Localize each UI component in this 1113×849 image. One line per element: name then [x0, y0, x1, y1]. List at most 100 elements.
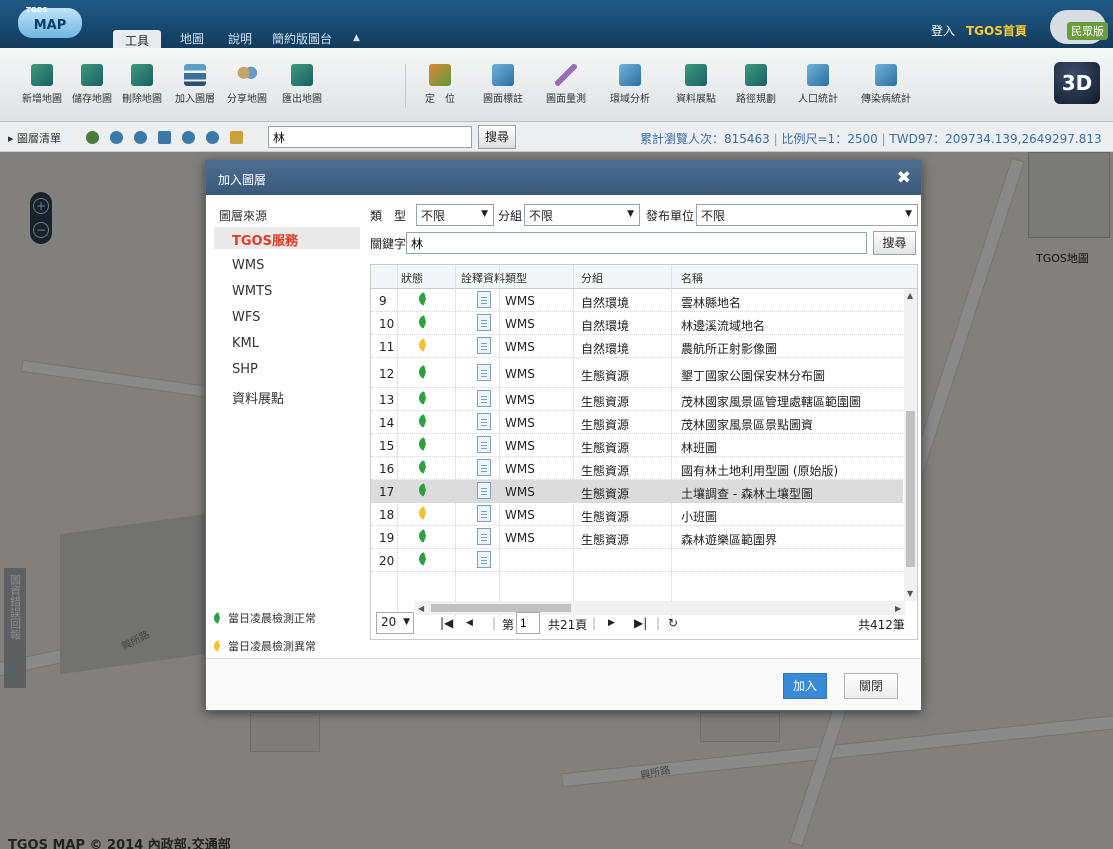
pan-icon[interactable] [86, 131, 99, 144]
source-shp[interactable]: SHP [214, 359, 360, 381]
menu-help[interactable]: 說明 [228, 30, 252, 48]
layer-name: 森林遊樂區範圍界 [681, 533, 778, 547]
first-page-icon[interactable]: |◀ [440, 616, 453, 630]
metadata-document-icon[interactable] [477, 459, 491, 476]
public-version-badge[interactable]: 民眾版 [1067, 22, 1108, 40]
status-ok-icon [419, 414, 433, 428]
scroll-up-icon[interactable]: ▲ [907, 291, 913, 300]
zoom-out-icon[interactable] [134, 131, 147, 144]
source-wms[interactable]: WMS [214, 255, 360, 277]
keyword-input[interactable] [406, 232, 867, 254]
metadata-document-icon[interactable] [477, 528, 491, 545]
menu-tools[interactable]: 工具 [113, 30, 162, 48]
layer-grid: 狀態 詮釋資料 類型 分組 名稱 9 WMS 自然環境 雲林縣地名 10 WMS 自然環境林… [370, 264, 918, 640]
close-button[interactable]: 關閉 [844, 673, 898, 699]
close-icon[interactable]: ✖ [897, 168, 911, 188]
table-row[interactable]: 15 WMS 生態資源 林班圖 [371, 434, 903, 457]
delete-map-button[interactable]: 刪除地圖 [122, 64, 162, 105]
table-row[interactable]: 10 WMS 自然環境 林邊溪流域地名 [371, 312, 903, 335]
metadata-document-icon[interactable] [477, 551, 491, 568]
table-row[interactable]: 20 [371, 549, 903, 572]
page-number-input[interactable] [516, 612, 540, 634]
3d-button[interactable]: 3D [1054, 62, 1100, 104]
filter-row: 類 型 不限 ▼ 分組 不限 ▼ 發布單位 不限 ▼ [370, 204, 918, 226]
table-row[interactable]: 14 WMS 生態資源 茂林國家風景區景點圖資 [371, 411, 903, 434]
status-ok-icon [419, 315, 433, 329]
metadata-document-icon[interactable] [477, 436, 491, 453]
metadata-document-icon[interactable] [477, 337, 491, 354]
page-size-select[interactable]: 20 ▼ [376, 612, 414, 634]
login-link[interactable]: 登入 [931, 22, 955, 39]
zoom-in-icon[interactable] [110, 131, 123, 144]
full-extent-icon[interactable] [158, 131, 171, 144]
metadata-document-icon[interactable] [477, 505, 491, 522]
disease-stats-button[interactable]: 傳染病統計 [861, 64, 911, 105]
status-warn-icon [419, 506, 433, 520]
col-group[interactable]: 分組 [581, 270, 603, 286]
measure-button[interactable]: 圖面量測 [546, 64, 586, 105]
caret-up-icon[interactable]: ▲ [353, 33, 360, 43]
table-row[interactable]: 9 WMS 自然環境 雲林縣地名 [371, 289, 903, 312]
metadata-document-icon[interactable] [477, 291, 491, 308]
data-points-button[interactable]: 資料展點 [676, 64, 716, 105]
export-map-button[interactable]: 匯出地圖 [282, 64, 322, 105]
keyword-search-button[interactable]: 搜尋 [873, 231, 916, 255]
share-map-button[interactable]: 分享地圖 [227, 64, 267, 105]
map-search-button[interactable]: 搜尋 [478, 125, 517, 149]
next-page-icon[interactable]: ▶ [608, 618, 615, 628]
group-select[interactable]: 不限 ▼ [524, 204, 640, 226]
previous-view-icon[interactable] [182, 131, 195, 144]
new-map-button[interactable]: 新增地圖 [22, 64, 62, 105]
source-data-points[interactable]: 資料展點 [214, 385, 360, 407]
save-map-button[interactable]: 儲存地圖 [72, 64, 112, 105]
tool-label: 人口統計 [798, 94, 838, 105]
prev-page-icon[interactable]: ◀ [466, 618, 473, 628]
col-name[interactable]: 名稱 [681, 270, 703, 286]
table-row[interactable]: 13 WMS 生態資源 茂林國家風景區管理處轄區範圍圖 [371, 388, 903, 411]
vertical-scrollbar[interactable]: ▲ ▼ [904, 289, 917, 601]
col-status[interactable]: 狀態 [401, 270, 423, 286]
metadata-document-icon[interactable] [477, 314, 491, 331]
population-stats-button[interactable]: 人口統計 [798, 64, 838, 105]
source-tgos[interactable]: TGOS服務 [214, 227, 360, 249]
table-row[interactable]: 11 WMS 自然環境 農航所正射影像圖 [371, 335, 903, 358]
home-icon[interactable] [230, 131, 243, 144]
table-row[interactable]: 18 WMS 生態資源 小班圖 [371, 503, 903, 526]
source-wfs[interactable]: WFS [214, 307, 360, 329]
tgos-home-link[interactable]: TGOS首頁 [966, 22, 1027, 39]
menu-simple-view[interactable]: 簡約版圖台 [272, 30, 332, 48]
scroll-down-icon[interactable]: ▼ [907, 589, 913, 598]
metadata-document-icon[interactable] [477, 364, 491, 381]
map-search-input[interactable] [268, 126, 472, 148]
page-size-value: 20 [381, 615, 397, 629]
annotate-button[interactable]: 圖面標註 [483, 64, 523, 105]
refresh-icon[interactable]: ↻ [668, 616, 678, 630]
last-page-icon[interactable]: ▶| [634, 616, 647, 630]
menu-map[interactable]: 地圖 [180, 30, 204, 48]
type-select[interactable]: 不限 ▼ [416, 204, 494, 226]
table-row[interactable]: 16 WMS 生態資源 國有林土地利用型圖 (原始版) [371, 457, 903, 480]
add-button[interactable]: 加入 [783, 673, 827, 699]
table-row[interactable]: 17 WMS 生態資源 土壤調查 - 森林土壤型圖 [371, 480, 903, 503]
next-view-icon[interactable] [206, 131, 219, 144]
route-planning-button[interactable]: 路徑規劃 [736, 64, 776, 105]
locate-button[interactable]: 定 位 [425, 64, 455, 105]
row-number: 10 [379, 317, 395, 331]
source-wmts[interactable]: WMTS [214, 281, 360, 303]
publisher-select[interactable]: 不限 ▼ [696, 204, 918, 226]
table-row[interactable]: 12 WMS 生態資源 墾丁國家公園保安林分布圖 [371, 358, 903, 388]
metadata-document-icon[interactable] [477, 413, 491, 430]
metadata-document-icon[interactable] [477, 390, 491, 407]
metadata-document-icon[interactable] [477, 482, 491, 499]
buffer-analysis-button[interactable]: 環域分析 [610, 64, 650, 105]
add-layer-button[interactable]: 加入圖層 [175, 64, 215, 105]
col-type[interactable]: 類型 [505, 270, 527, 286]
source-kml[interactable]: KML [214, 333, 360, 355]
logo-text: MAP [33, 18, 67, 33]
layer-list-toggle[interactable]: ▸ 圖層清單 [8, 130, 61, 146]
table-row[interactable]: 19 WMS 生態資源 森林遊樂區範圍界 [371, 526, 903, 549]
status-ok-icon [214, 612, 226, 624]
tgos-map-logo[interactable]: TGOS MAP [18, 6, 82, 38]
vertical-scroll-thumb[interactable] [906, 411, 915, 567]
chevron-down-icon: ▼ [403, 617, 410, 627]
